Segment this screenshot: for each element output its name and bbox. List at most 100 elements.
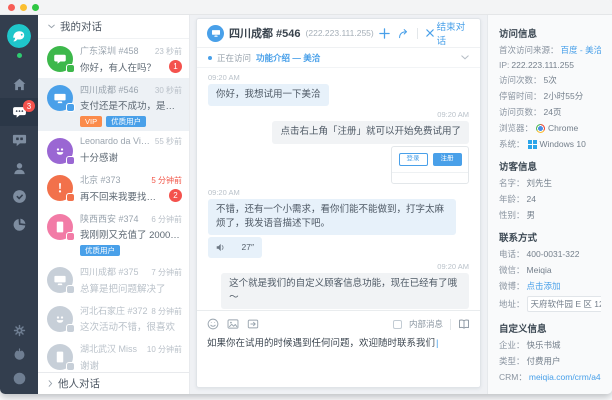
todo-check-icon (12, 189, 27, 204)
last-message-preview: 总算是把问题解决了 (80, 281, 182, 295)
info-value[interactable]: 点击添加 (527, 280, 561, 292)
channel-badge-icon (66, 64, 75, 73)
chevron-right-icon (48, 380, 53, 387)
info-section: 访客信息 名字： 刘先生 年龄： 24 性别： 男 (499, 159, 601, 221)
sidebar-item-quote-history[interactable] (0, 126, 38, 154)
info-value[interactable]: meiqia.com/crm/a4ddb0 (529, 372, 601, 382)
info-label: 首次访问来源： (499, 44, 559, 56)
visitor-name: 陕西西安 #374 (80, 212, 148, 225)
conversation-item[interactable]: 陕西西安 #374 6 分钟前 我刚刚又充值了 2000 元，送我一 ... 优… (38, 207, 189, 261)
info-value: 24 (527, 194, 536, 204)
message-input[interactable]: 如果你在试用的时候遇到任何问题，欢迎随时联系我们| (207, 337, 470, 381)
power-icon (13, 348, 26, 361)
voice-message-bubble[interactable]: 27″ (208, 237, 262, 258)
chat-card: 四川成都 #546 (222.223.111.255) 结束对话 正在 (196, 18, 481, 388)
last-message-time: 30 秒前 (155, 85, 182, 96)
channel-badge-icon (66, 232, 75, 241)
info-value[interactable]: 天府软件园 E 区 1220 (527, 296, 601, 312)
login-button[interactable]: 登录 (399, 153, 428, 167)
transfer-arrow-icon[interactable] (398, 28, 409, 39)
phone-icon (53, 350, 67, 364)
sidebar-item-home[interactable] (0, 70, 38, 98)
face-icon (53, 144, 67, 158)
minimize-window-button[interactable] (20, 4, 27, 11)
last-message-preview: 我刚刚又充值了 2000 元，送我一 ... (80, 227, 182, 241)
conversation-item[interactable]: 广东深圳 #458 23 秒前 你好，有人在吗？ 1 (38, 39, 189, 78)
tags-section: 标签 VIP优质用户添加标签 (499, 392, 601, 394)
visitor-avatar (47, 267, 73, 293)
visitor-avatar (47, 46, 73, 72)
chat-column: 四川成都 #546 (222.223.111.255) 结束对话 正在 (190, 15, 487, 394)
emoji-icon[interactable] (207, 318, 219, 330)
sidebar-item-conversations[interactable]: 3 (0, 98, 38, 126)
info-row: 停留时间： 2小时55分 (499, 90, 601, 102)
section-title: 联系方式 (499, 230, 601, 244)
internal-message-checkbox[interactable] (393, 320, 402, 329)
my-conversations-label: 我的对话 (60, 19, 102, 34)
conversation-item[interactable]: 湖北武汉 Miss 10 分钟前 谢谢 (38, 337, 189, 372)
sidebar-item-power[interactable] (0, 342, 38, 366)
info-value[interactable]: 百度 - 美洽 (561, 44, 601, 56)
info-label: 微博： (499, 280, 525, 292)
channel-badge-icon (66, 156, 75, 165)
chat-bubble-icon (53, 52, 67, 66)
conversation-item[interactable]: 四川成都 #375 7 分钟前 总算是把问题解决了 (38, 260, 189, 299)
last-message-time: 7 分钟前 (151, 267, 182, 278)
divider (392, 172, 468, 173)
info-label: 访问页数： (499, 106, 542, 118)
conversation-item[interactable]: 北京 #373 5 分钟前 再不回来我要找你们领导了！！ 2 (38, 168, 189, 207)
my-conversations-header[interactable]: 我的对话 (38, 15, 189, 39)
sidebar-item-todo-check[interactable] (0, 182, 38, 210)
attachment-image-preview[interactable]: 登录注册 (391, 146, 469, 184)
file-send-icon[interactable] (247, 318, 259, 330)
user-tag: 优质用户 (106, 116, 146, 128)
conversation-item[interactable]: 河北石家庄 #372 8 分钟前 这次活动不错，很喜欢 (38, 299, 189, 338)
visitor-ip: (222.223.111.255) (306, 28, 374, 38)
knowledge-book-icon[interactable] (458, 318, 470, 330)
info-value: 男 (527, 209, 536, 221)
info-row: 访问页数： 24页 (499, 106, 601, 118)
online-status-dot (17, 53, 22, 58)
out-message-bubble: 点击右上角「注册」就可以开始免费试用了 (272, 121, 469, 143)
conversation-item[interactable]: 四川成都 #546 30 秒前 支付还是不成功，是不是哪里出问 ... VIP优… (38, 78, 189, 132)
sidebar-item-settings-gear[interactable] (0, 318, 38, 342)
image-upload-icon[interactable] (227, 318, 239, 330)
visitor-name: Leonardo da Vinci (80, 136, 152, 146)
info-row: 访问次数： 5次 (499, 74, 601, 86)
end-conversation-button[interactable]: 结束对话 (426, 19, 470, 47)
register-button[interactable]: 注册 (433, 153, 462, 167)
analytics-pie-icon (12, 217, 27, 232)
user-tag: 优质用户 (80, 245, 120, 257)
info-row: 类型： 付费用户 (499, 355, 601, 367)
last-message-preview: 这次活动不错，很喜欢 (80, 319, 182, 333)
fullscreen-window-button[interactable] (32, 4, 39, 11)
sidebar-item-help-question[interactable] (0, 366, 38, 390)
in-message-bubble: 你好，我想试用一下美洽 (208, 84, 329, 106)
close-icon (426, 29, 434, 37)
visitor-avatar (47, 85, 73, 111)
conversation-item[interactable]: Leonardo da Vinci 55 秒前 十分感谢 (38, 131, 189, 168)
others-conversations-header[interactable]: 他人对话 (38, 372, 189, 394)
visitor-name: 广东深圳 #458 (80, 44, 152, 57)
add-plus-icon[interactable] (379, 28, 390, 39)
info-value: 24页 (544, 106, 562, 118)
last-message-time: 6 分钟前 (151, 214, 182, 225)
info-label: 微信： (499, 264, 525, 276)
monitor-icon (53, 91, 67, 105)
sidebar-item-analytics-pie[interactable] (0, 210, 38, 238)
in-message-bubble: 不错，还有一个小需求，看你们能不能做到，打字太麻烦了，我发语音描述下吧。 (208, 199, 456, 236)
chevron-down-icon[interactable] (461, 55, 469, 60)
info-label: CRM： (499, 371, 527, 383)
window-titlebar (0, 0, 612, 15)
conversation-list-panel: 我的对话 广东深圳 #458 23 秒前 你好，有人在吗？ 1 四川成都 #54… (38, 15, 190, 394)
info-label: 地址： (499, 298, 525, 310)
text-cursor: | (436, 338, 438, 349)
section-title: 自定义信息 (499, 321, 601, 335)
info-value: 222.223.111.255 (511, 60, 574, 70)
visiting-page-link[interactable]: 功能介绍 — 美洽 (256, 52, 320, 64)
close-window-button[interactable] (8, 4, 15, 11)
monitor-icon (53, 273, 67, 287)
sidebar-item-contacts[interactable] (0, 154, 38, 182)
last-message-time: 23 秒前 (155, 46, 182, 57)
home-icon (12, 77, 27, 92)
